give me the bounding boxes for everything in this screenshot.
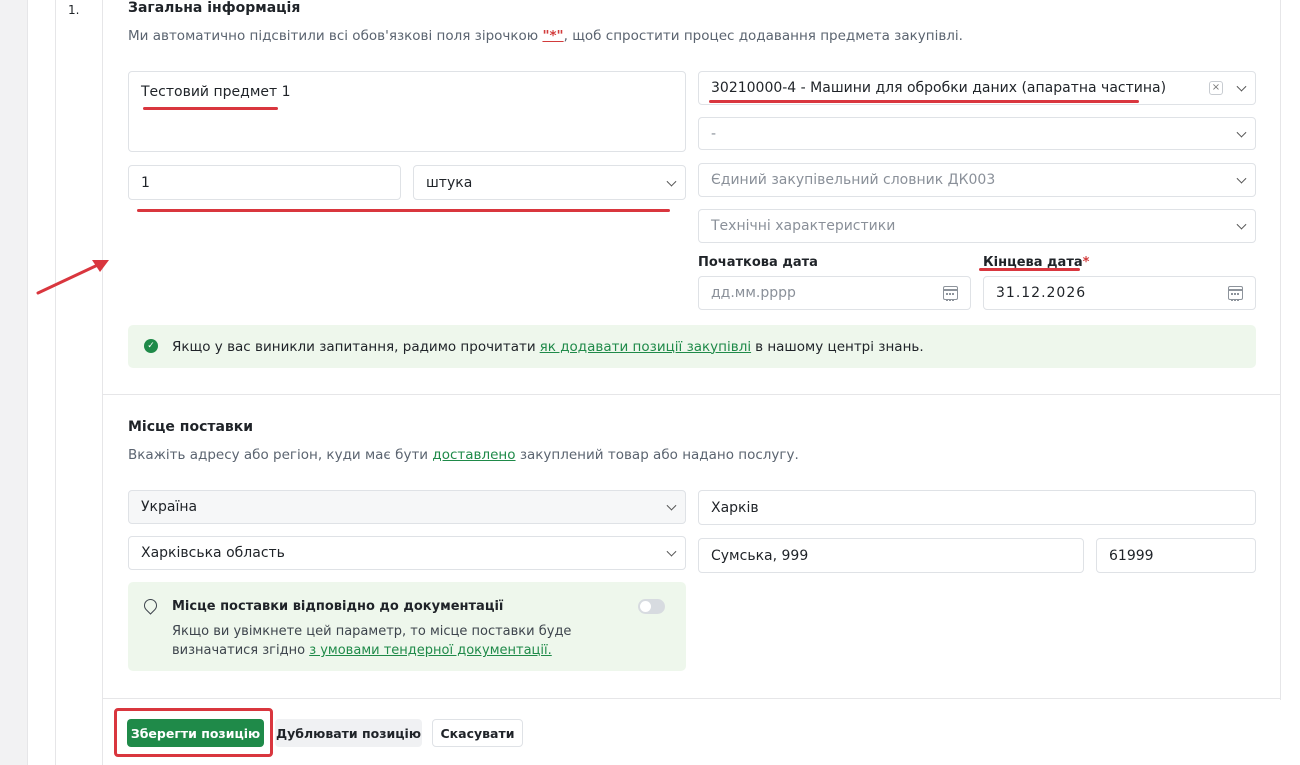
end-date-input[interactable]: 31.12.2026	[983, 276, 1256, 310]
left-rail-divider	[55, 0, 56, 765]
help-banner: ✓ Якщо у вас виникли запитання, радимо п…	[128, 325, 1256, 368]
chevron-down-icon	[1236, 81, 1247, 92]
country-value: Україна	[141, 499, 198, 515]
general-info-title: Загальна інформація	[128, 0, 301, 16]
street-value: Сумська, 999	[711, 547, 809, 564]
subtitle-suffix: , щоб спростити процес додавання предмет…	[563, 28, 963, 44]
start-date-placeholder: дд.мм.рррр	[711, 285, 796, 301]
dk003-placeholder: Єдиний закупівельний словник ДК003	[711, 172, 996, 188]
chevron-down-icon	[1236, 219, 1247, 230]
annotation-arrow-icon	[36, 260, 109, 295]
item-name-value: Тестовий предмет 1	[141, 84, 291, 100]
postal-code-value: 61999	[1109, 547, 1154, 564]
cpv-value: 30210000-4 - Машини для обробки даних (а…	[711, 80, 1167, 96]
delivered-link[interactable]: доставлено	[432, 447, 515, 463]
quantity-value: 1	[141, 174, 150, 191]
item-index: 1.	[68, 3, 80, 17]
postal-code-input[interactable]: 61999	[1096, 538, 1256, 573]
location-pin-icon	[141, 596, 160, 615]
end-date-value: 31.12.2026	[996, 285, 1087, 301]
region-value: Харківська область	[141, 545, 285, 561]
annotation-underline-quantity-unit	[137, 209, 670, 212]
calendar-icon[interactable]	[1228, 286, 1243, 301]
quantity-input[interactable]: 1	[128, 165, 401, 200]
delivery-subtitle-prefix: Вкажіть адресу або регіон, куди має бути	[128, 447, 433, 463]
unit-select[interactable]: штука	[413, 165, 686, 200]
annotation-underline-cpv	[709, 100, 1139, 103]
specs-placeholder: Технічні характеристики	[711, 218, 896, 234]
annotation-underline-end-date	[979, 268, 1080, 271]
required-star: *	[1082, 255, 1090, 270]
chevron-down-icon	[1236, 127, 1247, 138]
help-text-prefix: Якщо у вас виникли запитання, радимо про…	[172, 338, 536, 355]
delivery-title: Місце поставки	[128, 419, 254, 435]
item-name-textarea[interactable]: Тестовий предмет 1	[128, 71, 686, 152]
check-circle-icon: ✓	[144, 339, 158, 353]
doc-delivery-title: Місце поставки відповідно до документаці…	[172, 599, 504, 614]
doc-delivery-panel: Місце поставки відповідно до документаці…	[128, 582, 686, 671]
chevron-down-icon	[666, 546, 677, 557]
content-right-border	[1280, 0, 1281, 700]
city-input[interactable]: Харків	[698, 490, 1256, 525]
duplicate-position-button[interactable]: Дублювати позицію	[275, 719, 422, 747]
annotation-box-save	[114, 708, 273, 757]
content-left-border	[102, 0, 103, 765]
dk003-select[interactable]: Єдиний закупівельний словник ДК003	[698, 163, 1256, 197]
tender-docs-link[interactable]: з умовами тендерної документації.	[309, 643, 552, 658]
help-link[interactable]: як додавати позиції закупівлі	[540, 339, 751, 355]
required-star-hint: "*"	[542, 28, 564, 44]
doc-delivery-description: Якщо ви увімкнете цей параметр, то місце…	[172, 622, 592, 660]
subtitle-prefix: Ми автоматично підсвітили всі обов'язков…	[128, 28, 543, 44]
city-value: Харків	[711, 499, 759, 516]
start-date-input[interactable]: дд.мм.рррр	[698, 276, 971, 310]
cancel-button[interactable]: Скасувати	[432, 719, 523, 747]
section-divider	[103, 394, 1281, 395]
chevron-down-icon	[1236, 173, 1247, 184]
left-sidebar-strip	[0, 0, 28, 765]
doc-delivery-toggle[interactable]	[638, 599, 665, 614]
specs-select[interactable]: Технічні характеристики	[698, 209, 1256, 243]
chevron-down-icon	[666, 176, 677, 187]
additional-classifier-value: -	[711, 125, 717, 142]
annotation-underline-item-name	[143, 107, 278, 110]
general-info-subtitle: Ми автоматично підсвітили всі обов'язков…	[128, 28, 963, 44]
calendar-icon[interactable]	[943, 286, 958, 301]
start-date-label: Початкова дата	[698, 255, 818, 270]
delivery-subtitle-suffix: закуплений товар або надано послугу.	[515, 447, 799, 463]
chevron-down-icon	[666, 500, 677, 511]
country-select[interactable]: Україна	[128, 490, 686, 524]
additional-classifier-select[interactable]: -	[698, 117, 1256, 150]
street-input[interactable]: Сумська, 999	[698, 538, 1084, 573]
footer-divider	[103, 698, 1281, 699]
delivery-subtitle: Вкажіть адресу або регіон, куди має бути…	[128, 447, 799, 463]
unit-value: штука	[426, 174, 473, 191]
help-text-suffix: в нашому центрі знань.	[755, 338, 924, 355]
clear-icon[interactable]: ×	[1209, 81, 1223, 95]
region-select[interactable]: Харківська область	[128, 536, 686, 570]
